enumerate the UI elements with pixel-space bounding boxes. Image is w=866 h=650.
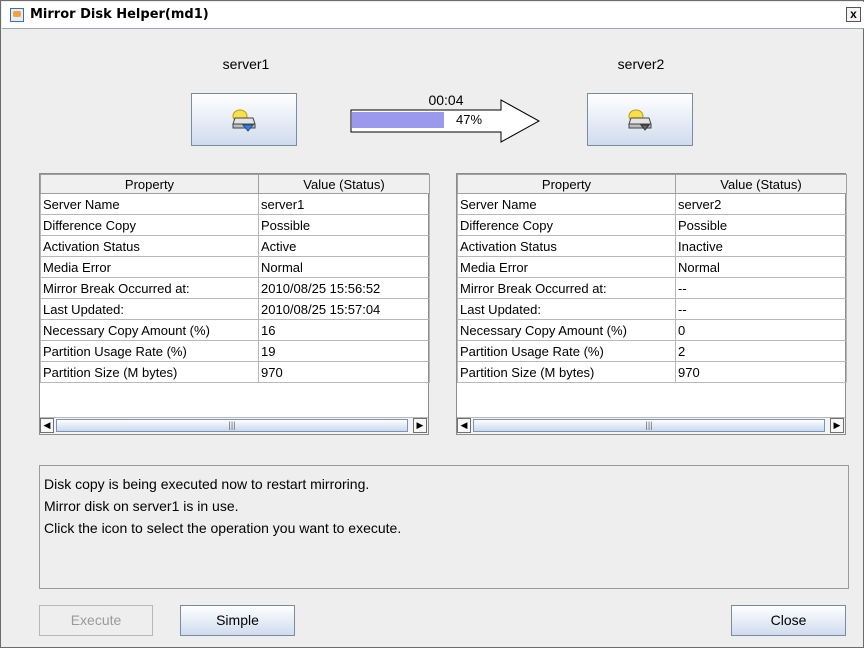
property-cell: Difference Copy bbox=[457, 214, 676, 236]
value-cell: 16 bbox=[258, 319, 430, 341]
value-cell: Inactive bbox=[675, 235, 847, 257]
property-cell: Media Error bbox=[457, 256, 676, 278]
table-header-row: Property Value (Status) bbox=[457, 174, 847, 194]
value-cell: 2 bbox=[675, 340, 847, 362]
server1-property-table: Property Value (Status) Server Name serve… bbox=[39, 173, 430, 435]
property-cell: Last Updated: bbox=[457, 298, 676, 320]
scroll-left-button[interactable]: ◀ bbox=[457, 418, 471, 433]
close-button[interactable]: Close bbox=[731, 605, 846, 636]
value-cell: Possible bbox=[258, 214, 430, 236]
server2-label: server2 bbox=[617, 56, 665, 72]
status-message-box: Disk copy is being executed now to resta… bbox=[39, 465, 849, 589]
value-column-header[interactable]: Value (Status) bbox=[258, 174, 430, 194]
table-row[interactable]: Partition Size (M bytes) 970 bbox=[40, 361, 430, 383]
property-cell: Partition Size (M bytes) bbox=[457, 361, 676, 383]
execute-button[interactable]: Execute bbox=[39, 605, 153, 636]
property-cell: Mirror Break Occurred at: bbox=[457, 277, 676, 299]
value-cell: 970 bbox=[675, 361, 847, 383]
property-cell: Last Updated: bbox=[40, 298, 259, 320]
server1-label: server1 bbox=[222, 56, 270, 72]
property-column-header[interactable]: Property bbox=[40, 174, 259, 194]
value-cell: 19 bbox=[258, 340, 430, 362]
scroll-thumb[interactable]: ||| bbox=[56, 419, 408, 432]
value-cell: Active bbox=[258, 235, 430, 257]
table-row[interactable]: Media Error Normal bbox=[40, 256, 430, 278]
copy-progress-label: 47% bbox=[456, 112, 483, 127]
scroll-left-button[interactable]: ◀ bbox=[40, 418, 54, 433]
scroll-right-button[interactable]: ▶ bbox=[830, 418, 844, 433]
table-row[interactable]: Difference Copy Possible bbox=[40, 214, 430, 236]
property-column-header[interactable]: Property bbox=[457, 174, 676, 194]
property-cell: Mirror Break Occurred at: bbox=[40, 277, 259, 299]
server2-disk-button[interactable] bbox=[587, 93, 693, 146]
simple-button[interactable]: Simple bbox=[180, 605, 295, 636]
table-row[interactable]: Server Name server1 bbox=[40, 193, 430, 215]
server2-property-table: Property Value (Status) Server Name serve… bbox=[456, 173, 847, 435]
horizontal-scrollbar[interactable]: ◀ ||| ▶ bbox=[40, 417, 428, 434]
property-cell: Activation Status bbox=[40, 235, 259, 257]
table-row[interactable]: Partition Usage Rate (%) 19 bbox=[40, 340, 430, 362]
value-cell: Normal bbox=[258, 256, 430, 278]
table-row[interactable]: Last Updated: -- bbox=[457, 298, 847, 320]
message-line: Disk copy is being executed now to resta… bbox=[44, 476, 370, 492]
scroll-right-button[interactable]: ▶ bbox=[413, 418, 427, 433]
value-cell: -- bbox=[675, 277, 847, 299]
value-cell: 970 bbox=[258, 361, 430, 383]
server1-disk-button[interactable] bbox=[191, 93, 297, 146]
window-close-button[interactable]: x bbox=[846, 7, 861, 22]
table-row[interactable]: Last Updated: 2010/08/25 15:57:04 bbox=[40, 298, 430, 320]
title-bar: Mirror Disk Helper(md1) x bbox=[2, 2, 864, 29]
table-row[interactable]: Media Error Normal bbox=[457, 256, 847, 278]
table-row[interactable]: Activation Status Inactive bbox=[457, 235, 847, 257]
message-line: Mirror disk on server1 is in use. bbox=[44, 498, 239, 514]
property-cell: Activation Status bbox=[457, 235, 676, 257]
table-row[interactable]: Necessary Copy Amount (%) 16 bbox=[40, 319, 430, 341]
table-row[interactable]: Activation Status Active bbox=[40, 235, 430, 257]
property-cell: Partition Size (M bytes) bbox=[40, 361, 259, 383]
table-row[interactable]: Partition Size (M bytes) 970 bbox=[457, 361, 847, 383]
property-cell: Necessary Copy Amount (%) bbox=[457, 319, 676, 341]
window-title: Mirror Disk Helper(md1) bbox=[30, 7, 209, 22]
property-cell: Necessary Copy Amount (%) bbox=[40, 319, 259, 341]
property-cell: Partition Usage Rate (%) bbox=[40, 340, 259, 362]
value-cell: server1 bbox=[258, 193, 430, 215]
property-cell: Difference Copy bbox=[40, 214, 259, 236]
property-cell: Server Name bbox=[457, 193, 676, 215]
value-cell: Normal bbox=[675, 256, 847, 278]
active-disk-icon bbox=[232, 109, 256, 132]
copy-progress-bar bbox=[352, 112, 444, 128]
value-cell: 2010/08/25 15:56:52 bbox=[258, 277, 430, 299]
property-cell: Media Error bbox=[40, 256, 259, 278]
table-row[interactable]: Difference Copy Possible bbox=[457, 214, 847, 236]
scroll-thumb[interactable]: ||| bbox=[473, 419, 825, 432]
table-row[interactable]: Mirror Break Occurred at: -- bbox=[457, 277, 847, 299]
table-row[interactable]: Partition Usage Rate (%) 2 bbox=[457, 340, 847, 362]
table-row[interactable]: Mirror Break Occurred at: 2010/08/25 15:5… bbox=[40, 277, 430, 299]
value-cell: Possible bbox=[675, 214, 847, 236]
table-row[interactable]: Necessary Copy Amount (%) 0 bbox=[457, 319, 847, 341]
mirror-disk-helper-window: Mirror Disk Helper(md1) x server1 server… bbox=[0, 0, 864, 648]
disk-icon bbox=[628, 109, 652, 131]
app-icon bbox=[10, 8, 24, 22]
value-cell: -- bbox=[675, 298, 847, 320]
table-row[interactable]: Server Name server2 bbox=[457, 193, 847, 215]
property-cell: Server Name bbox=[40, 193, 259, 215]
value-cell: server2 bbox=[675, 193, 847, 215]
value-cell: 2010/08/25 15:57:04 bbox=[258, 298, 430, 320]
table-header-row: Property Value (Status) bbox=[40, 174, 430, 194]
horizontal-scrollbar[interactable]: ◀ ||| ▶ bbox=[457, 417, 845, 434]
value-column-header[interactable]: Value (Status) bbox=[675, 174, 847, 194]
message-line: Click the icon to select the operation y… bbox=[44, 520, 402, 536]
value-cell: 0 bbox=[675, 319, 847, 341]
property-cell: Partition Usage Rate (%) bbox=[457, 340, 676, 362]
